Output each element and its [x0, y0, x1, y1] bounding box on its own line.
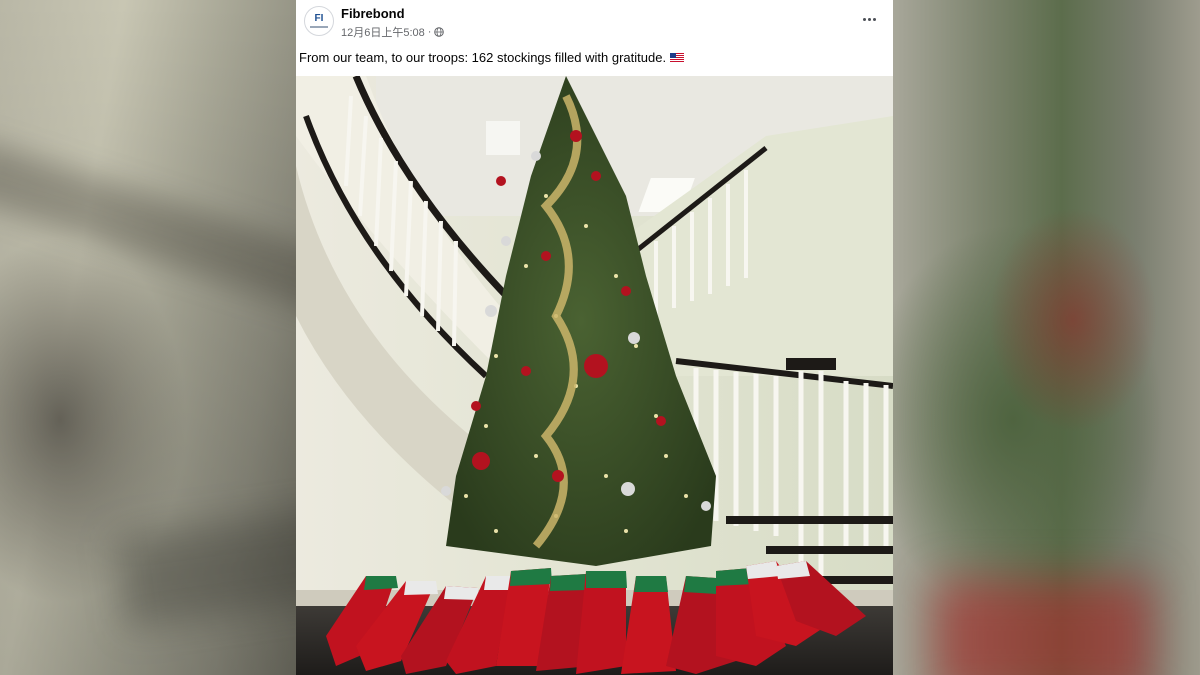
page-name-link[interactable]: Fibrebond [341, 6, 405, 21]
facebook-post-card: FI Fibrebond 12月6日上午5:08 · From our team… [296, 0, 893, 675]
avatar[interactable]: FI [304, 6, 334, 36]
post-photo[interactable] [296, 76, 893, 675]
logo-underline [310, 26, 328, 28]
meta-separator: · [427, 26, 432, 38]
post-meta: 12月6日上午5:08 · [341, 24, 445, 40]
caption-text: From our team, to our troops: 162 stocki… [299, 50, 667, 65]
post-timestamp[interactable]: 12月6日上午5:08 [341, 24, 425, 40]
us-flag-icon [670, 53, 685, 62]
more-options-icon[interactable] [859, 10, 879, 28]
christmas-tree-photo [296, 76, 893, 675]
blurred-background-left [0, 0, 296, 675]
post-header: FI Fibrebond 12月6日上午5:08 · From our team… [296, 0, 893, 65]
globe-icon [434, 27, 445, 37]
page-logo-text: FI [314, 13, 324, 24]
blurred-background-right [893, 0, 1200, 675]
post-caption: From our team, to our troops: 162 stocki… [299, 50, 685, 65]
